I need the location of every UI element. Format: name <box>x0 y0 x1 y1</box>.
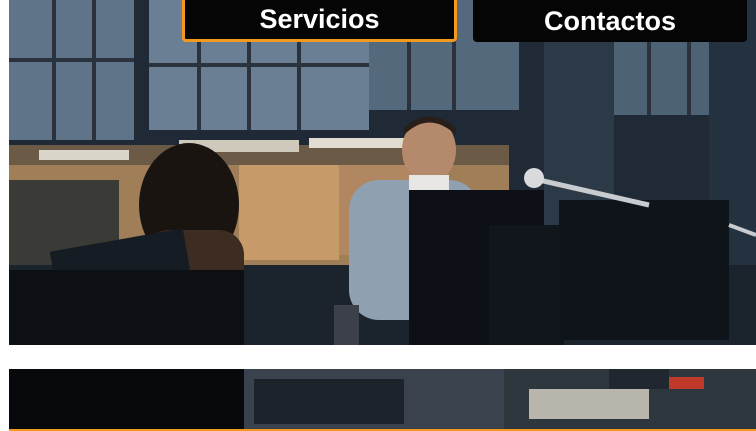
nav-servicios-button[interactable]: Servicios <box>182 0 457 42</box>
hero-office-photo: Servicios Contactos <box>9 0 756 345</box>
secondary-desk-photo <box>9 369 756 429</box>
section-divider <box>0 345 756 369</box>
desk-scene-illustration <box>9 369 756 429</box>
office-scene-illustration <box>9 0 756 345</box>
nav-contactos-button[interactable]: Contactos <box>473 0 747 42</box>
